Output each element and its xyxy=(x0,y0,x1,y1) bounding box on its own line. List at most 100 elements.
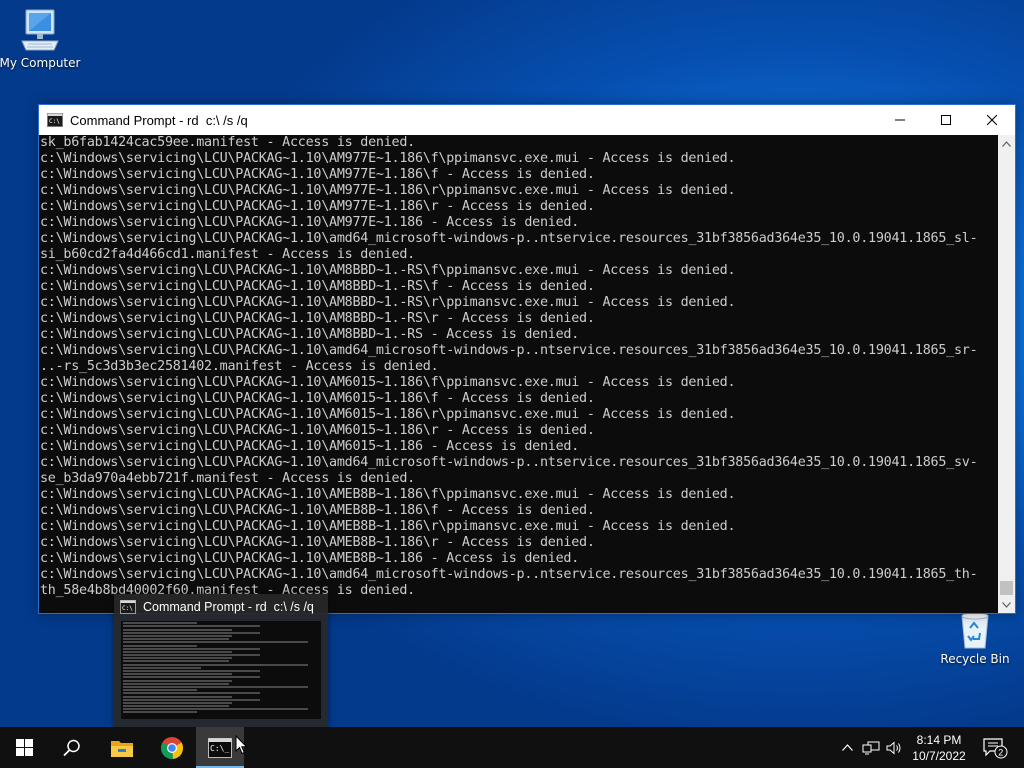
computer-icon xyxy=(21,9,59,51)
clock-date: 10/7/2022 xyxy=(912,748,966,763)
preview-line xyxy=(123,625,260,628)
console-line: c:\Windows\servicing\LCU\PACKAG~1.10\AM8… xyxy=(40,279,595,294)
chevron-up-icon xyxy=(841,744,853,751)
preview-line xyxy=(123,628,233,631)
console-line: sk_b6fab1424cac59ee.manifest - Access is… xyxy=(40,135,415,150)
preview-line xyxy=(123,670,260,672)
window-title: Command Prompt - rd c:\ /s /q xyxy=(70,112,248,128)
my-computer-desktop-icon[interactable]: My Computer xyxy=(0,8,82,70)
clock-time: 8:14 PM xyxy=(916,732,962,747)
chrome-icon xyxy=(160,736,184,759)
preview-line xyxy=(123,689,197,692)
file-explorer-icon xyxy=(111,740,133,757)
preview-line xyxy=(123,647,260,650)
volume-icon xyxy=(886,740,901,755)
console-line: c:\Windows\servicing\LCU\PACKAG~1.10\AM9… xyxy=(40,199,595,214)
svg-text:C:\: C:\ xyxy=(122,605,133,612)
preview-title: Command Prompt - rd c:\ /s /q xyxy=(143,600,314,614)
console-line: c:\Windows\servicing\LCU\PACKAG~1.10\amd… xyxy=(40,455,978,470)
preview-line xyxy=(123,654,260,657)
action-center-button[interactable]: 2 xyxy=(978,727,1012,768)
console-line: c:\Windows\servicing\LCU\PACKAG~1.10\AM6… xyxy=(40,423,595,438)
command-prompt-icon: C:\ xyxy=(47,113,63,127)
preview-thumbnail[interactable] xyxy=(121,621,321,719)
search-button[interactable] xyxy=(48,727,96,768)
network-icon xyxy=(862,741,880,754)
svg-text:C:\_: C:\_ xyxy=(210,744,229,753)
taskbar-thumbnail-preview[interactable]: C:\ Command Prompt - rd c:\ /s /q xyxy=(114,594,328,727)
preview-line xyxy=(123,685,308,688)
preview-line xyxy=(123,695,233,698)
chrome-button[interactable] xyxy=(148,727,196,768)
close-button[interactable] xyxy=(969,105,1015,135)
notification-count: 2 xyxy=(998,747,1003,757)
preview-line xyxy=(123,711,197,714)
preview-line xyxy=(123,673,233,676)
minimize-icon xyxy=(895,119,905,121)
preview-line xyxy=(123,676,260,679)
console-line: c:\Windows\servicing\LCU\PACKAG~1.10\amd… xyxy=(40,567,978,582)
system-clock[interactable]: 8:14 PM 10/7/2022 xyxy=(906,727,972,768)
preview-titlebar: C:\ Command Prompt - rd c:\ /s /q xyxy=(120,598,324,616)
console-output[interactable]: sk_b6fab1424cac59ee.manifest - Access is… xyxy=(39,135,1000,613)
preview-line xyxy=(123,679,233,682)
preview-line xyxy=(123,657,233,660)
window-titlebar[interactable]: C:\ Command Prompt - rd c:\ /s /q xyxy=(39,105,1015,135)
mouse-cursor-icon xyxy=(235,735,248,755)
console-line: c:\Windows\servicing\LCU\PACKAG~1.10\AME… xyxy=(40,503,595,518)
network-button[interactable] xyxy=(860,727,882,768)
close-icon xyxy=(987,115,997,125)
preview-line xyxy=(123,663,308,666)
preview-line xyxy=(123,708,308,711)
console-line: c:\Windows\servicing\LCU\PACKAG~1.10\AM9… xyxy=(40,167,595,182)
volume-button[interactable] xyxy=(884,727,904,768)
chevron-down-icon xyxy=(1002,601,1011,608)
show-hidden-icons-button[interactable] xyxy=(838,727,856,768)
preview-line xyxy=(123,644,197,647)
start-button[interactable] xyxy=(0,727,48,768)
console-line: c:\Windows\servicing\LCU\PACKAG~1.10\AM6… xyxy=(40,407,736,422)
console-line: c:\Windows\servicing\LCU\PACKAG~1.10\AME… xyxy=(40,551,580,566)
console-line: c:\Windows\servicing\LCU\PACKAG~1.10\AME… xyxy=(40,535,595,550)
scrollbar-thumb[interactable] xyxy=(1000,581,1013,595)
preview-line xyxy=(123,682,230,685)
recycle-bin-label: Recycle Bin xyxy=(940,652,1010,666)
preview-line xyxy=(123,692,260,695)
taskbar: C:\_ 8:14 PM 10/7/2022 2 xyxy=(0,727,1024,768)
console-line: c:\Windows\servicing\LCU\PACKAG~1.10\AM6… xyxy=(40,375,736,390)
maximize-button[interactable] xyxy=(923,105,969,135)
minimize-button[interactable] xyxy=(877,105,923,135)
console-line: c:\Windows\servicing\LCU\PACKAG~1.10\AME… xyxy=(40,519,736,534)
command-prompt-window[interactable]: C:\ Command Prompt - rd c:\ /s /q sk_b6f… xyxy=(38,104,1016,614)
preview-line xyxy=(123,631,260,634)
console-line: c:\Windows\servicing\LCU\PACKAG~1.10\AM9… xyxy=(40,215,580,230)
preview-line xyxy=(123,705,230,708)
maximize-icon xyxy=(941,115,951,125)
file-explorer-button[interactable] xyxy=(98,727,146,768)
console-line: ..-rs_5c3d3b3ec2581402.manifest - Access… xyxy=(40,359,439,374)
scroll-up-button[interactable] xyxy=(998,135,1015,152)
preview-line xyxy=(123,634,233,637)
windows-start-icon xyxy=(15,739,33,756)
vertical-scrollbar[interactable] xyxy=(998,135,1015,613)
preview-line xyxy=(123,641,308,644)
chevron-up-icon xyxy=(1002,140,1011,147)
command-prompt-icon: C:\ xyxy=(120,600,136,614)
preview-line xyxy=(123,660,230,663)
preview-line xyxy=(123,638,230,641)
console-line: c:\Windows\servicing\LCU\PACKAG~1.10\AME… xyxy=(40,487,736,502)
scroll-down-button[interactable] xyxy=(998,596,1015,613)
recycle-bin-desktop-icon[interactable]: Recycle Bin xyxy=(933,610,1017,666)
console-line: c:\Windows\servicing\LCU\PACKAG~1.10\AM6… xyxy=(40,391,595,406)
console-line: c:\Windows\servicing\LCU\PACKAG~1.10\AM8… xyxy=(40,263,736,278)
console-line: c:\Windows\servicing\LCU\PACKAG~1.10\AM9… xyxy=(40,183,736,198)
console-line: si_b60cd2fa4d466cd1.manifest - Access is… xyxy=(40,247,415,262)
search-icon xyxy=(63,739,80,756)
preview-line xyxy=(123,666,202,669)
console-line: c:\Windows\servicing\LCU\PACKAG~1.10\AM8… xyxy=(40,327,580,342)
console-line: c:\Windows\servicing\LCU\PACKAG~1.10\amd… xyxy=(40,231,978,246)
console-line: c:\Windows\servicing\LCU\PACKAG~1.10\amd… xyxy=(40,343,978,358)
notification-icon: 2 xyxy=(983,737,1008,758)
console-line: se_b3da970a4ebb721f.manifest - Access is… xyxy=(40,471,415,486)
console-line: c:\Windows\servicing\LCU\PACKAG~1.10\AM8… xyxy=(40,311,595,326)
